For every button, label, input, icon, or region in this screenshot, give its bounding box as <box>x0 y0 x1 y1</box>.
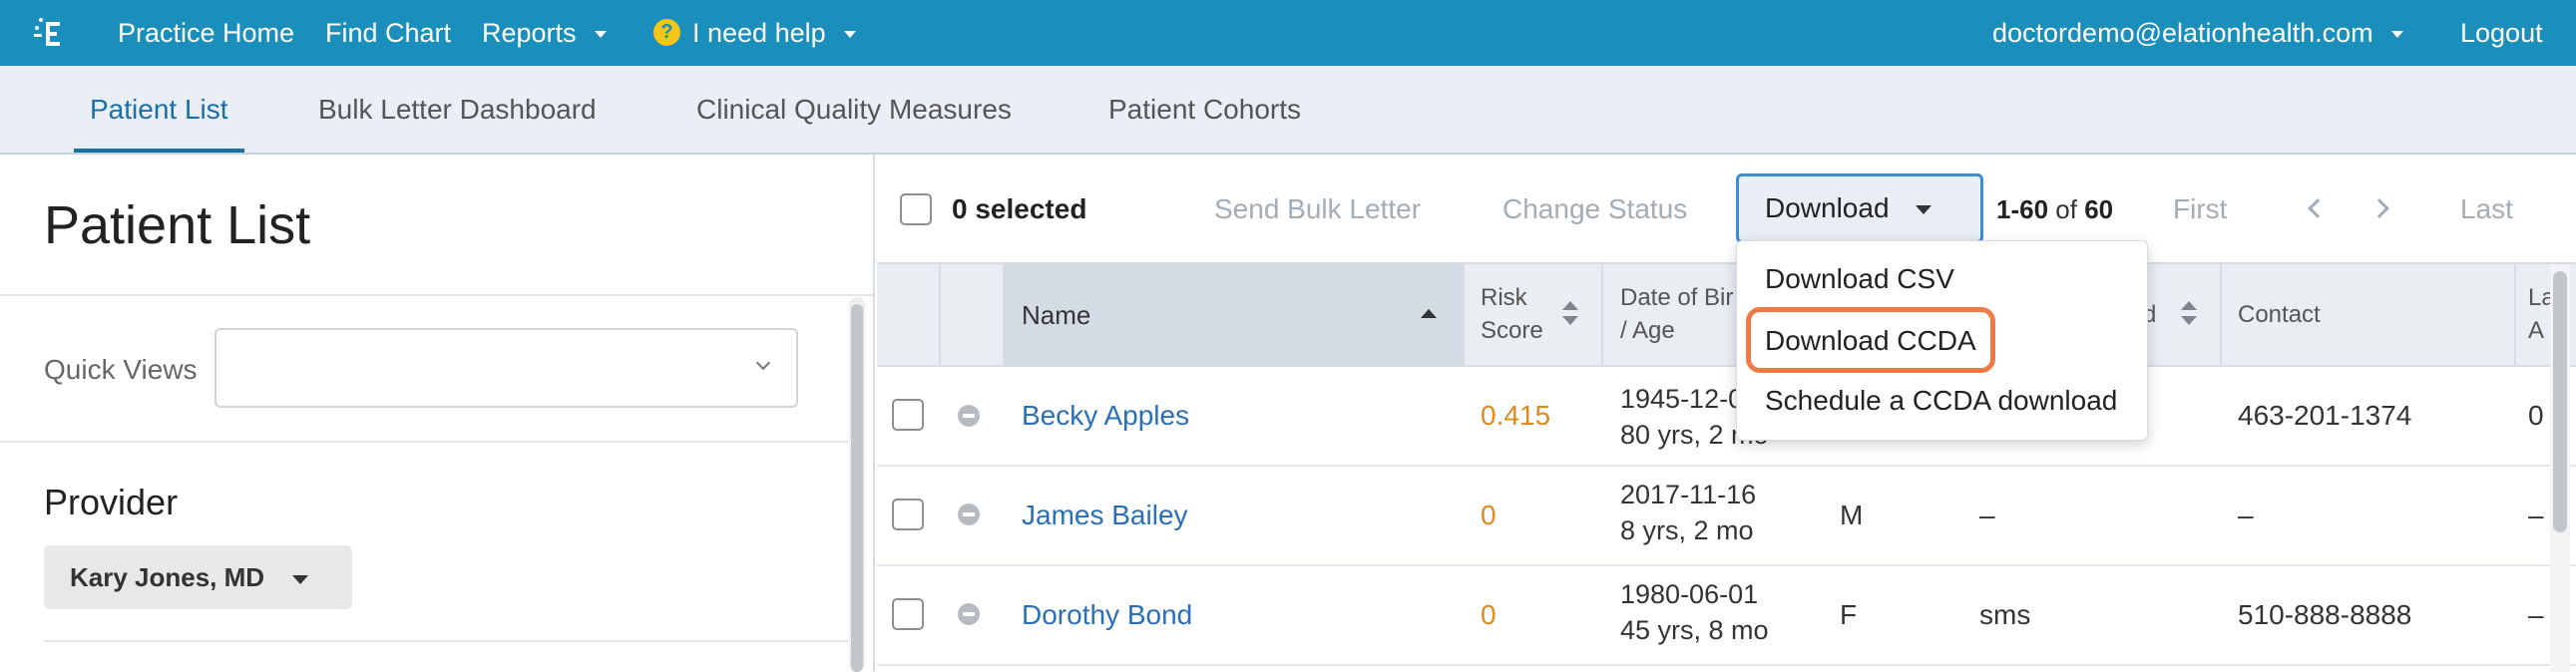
dob-value: 1980-06-01 <box>1620 579 1759 609</box>
sex: M <box>1840 500 1864 530</box>
row-checkbox[interactable] <box>892 399 924 431</box>
help-label: I need help <box>692 18 826 48</box>
provider-label: Provider <box>44 482 179 522</box>
chevron-down-icon <box>843 31 856 39</box>
status-inactive-icon <box>958 405 980 427</box>
menu-item-schedule-ccda-download[interactable]: Schedule a CCDA download <box>1737 385 2147 417</box>
pagination-range-value: 1-60 <box>1996 194 2049 224</box>
contact-phone: 463-201-1374 <box>2238 400 2412 431</box>
nav-reports-menu[interactable]: Reports <box>482 0 607 66</box>
column-separator <box>939 264 941 365</box>
menu-item-download-csv[interactable]: Download CSV <box>1737 263 2147 295</box>
chevron-down-icon <box>755 355 771 371</box>
column-separator <box>2514 264 2516 365</box>
preference: – <box>1979 500 1995 530</box>
column-separator <box>1601 264 1603 365</box>
patient-name-link[interactable]: James Bailey <box>1022 500 1188 531</box>
row-checkbox[interactable] <box>892 598 924 630</box>
elation-logo[interactable] <box>10 0 92 72</box>
chevron-down-icon <box>594 31 607 39</box>
header-dob-line1: Date of Bir <box>1620 284 1734 311</box>
download-dropdown-menu: Download CSV Download CCDA Schedule a CC… <box>1736 240 2148 441</box>
last-page-button[interactable]: Last <box>2460 193 2513 225</box>
sidebar-scrollbar-thumb[interactable] <box>851 304 863 672</box>
age-value: 45 yrs, 8 mo <box>1620 615 1769 645</box>
column-separator <box>1003 264 1005 365</box>
age-value: 8 yrs, 2 mo <box>1620 515 1754 545</box>
patient-name-link[interactable]: Dorothy Bond <box>1022 599 1192 631</box>
pagination-range: 1-60 of 60 <box>1996 194 2113 225</box>
column-separator <box>1463 264 1465 365</box>
row-checkbox[interactable] <box>892 499 924 530</box>
select-all-checkbox[interactable] <box>900 193 932 225</box>
header-risk-score[interactable]: Risk Score <box>1481 281 1543 347</box>
header-name: Name <box>1022 300 1091 330</box>
caret-down-icon <box>292 574 309 584</box>
risk-score: 0 <box>1481 599 1497 630</box>
divider <box>0 294 873 296</box>
quick-views-select[interactable] <box>215 328 798 408</box>
logout-link[interactable]: Logout <box>2460 0 2543 66</box>
sort-icon[interactable] <box>1562 301 1578 327</box>
change-status-button[interactable]: Change Status <box>1503 193 1687 225</box>
filter-sidebar: Patient List Quick Views Provider Kary J… <box>0 155 875 672</box>
quick-views-label: Quick Views <box>44 354 198 385</box>
tab-bulk-letter-dashboard[interactable]: Bulk Letter Dashboard <box>318 66 597 153</box>
risk-score: 0.415 <box>1481 400 1551 431</box>
first-page-button[interactable]: First <box>2173 193 2227 225</box>
divider <box>44 640 848 642</box>
sex: F <box>1840 599 1858 630</box>
patient-name-link[interactable]: Becky Apples <box>1022 400 1189 432</box>
header-risk-line2: Score <box>1481 317 1543 344</box>
header-date-of-birth[interactable]: Date of Bir / Age <box>1620 281 1733 347</box>
pagination-total: 60 <box>2084 194 2114 224</box>
tab-patient-list[interactable]: Patient List <box>74 66 244 153</box>
header-contact[interactable]: Contact <box>2238 298 2321 331</box>
status-inactive-icon <box>958 603 980 625</box>
help-icon: ? <box>653 19 680 47</box>
account-menu[interactable]: doctordemo@elationhealth.com <box>1992 0 2403 66</box>
provider-value: Kary Jones, MD <box>70 562 265 592</box>
divider <box>0 441 848 443</box>
contact-phone: 510-888-8888 <box>2238 599 2412 630</box>
dob-value: 2017-11-16 <box>1620 480 1757 509</box>
risk-score: 0 <box>1481 500 1497 530</box>
sort-ascending-icon[interactable] <box>1421 309 1437 318</box>
last-appointment: – <box>2528 599 2544 630</box>
top-navigation-bar: Practice Home Find Chart Reports ? I need… <box>0 0 2576 72</box>
status-inactive-icon <box>958 504 980 525</box>
caret-down-icon <box>1915 205 1932 215</box>
sub-navigation-tabs: Patient List Bulk Letter Dashboard Clini… <box>0 66 2576 155</box>
last-appointment: – <box>2528 500 2544 530</box>
table-scrollbar-thumb[interactable] <box>2553 271 2567 532</box>
header-dob-line2: / Age <box>1620 317 1675 344</box>
last-appointment: 0 <box>2528 400 2544 431</box>
page-title: Patient List <box>44 195 311 255</box>
pagination-of: of <box>2055 194 2077 224</box>
download-button[interactable]: Download <box>1736 173 1983 243</box>
preference: sms <box>1979 599 2031 630</box>
header-risk-line1: Risk <box>1481 284 1527 311</box>
elation-logo-icon <box>34 18 60 46</box>
nav-find-chart[interactable]: Find Chart <box>325 0 451 66</box>
download-label: Download <box>1765 192 1890 223</box>
provider-select-button[interactable]: Kary Jones, MD <box>44 545 352 609</box>
contact-phone: – <box>2238 500 2254 530</box>
date-of-birth: 1980-06-01 45 yrs, 8 mo <box>1620 576 1769 648</box>
tab-patient-cohorts[interactable]: Patient Cohorts <box>1108 66 1301 153</box>
selected-count: 0 selected <box>952 193 1087 224</box>
nav-reports-label: Reports <box>482 18 577 48</box>
date-of-birth: 2017-11-16 8 yrs, 2 mo <box>1620 477 1756 548</box>
help-menu[interactable]: ? I need help <box>653 0 856 66</box>
sort-icon[interactable] <box>2181 301 2197 327</box>
column-separator <box>2220 264 2222 365</box>
chevron-down-icon <box>2390 31 2403 39</box>
account-email: doctordemo@elationhealth.com <box>1992 18 2373 48</box>
send-bulk-letter-button[interactable]: Send Bulk Letter <box>1214 193 1421 225</box>
tab-clinical-quality-measures[interactable]: Clinical Quality Measures <box>696 66 1012 153</box>
menu-item-download-ccda[interactable]: Download CCDA <box>1737 325 2147 357</box>
nav-practice-home[interactable]: Practice Home <box>118 0 294 66</box>
